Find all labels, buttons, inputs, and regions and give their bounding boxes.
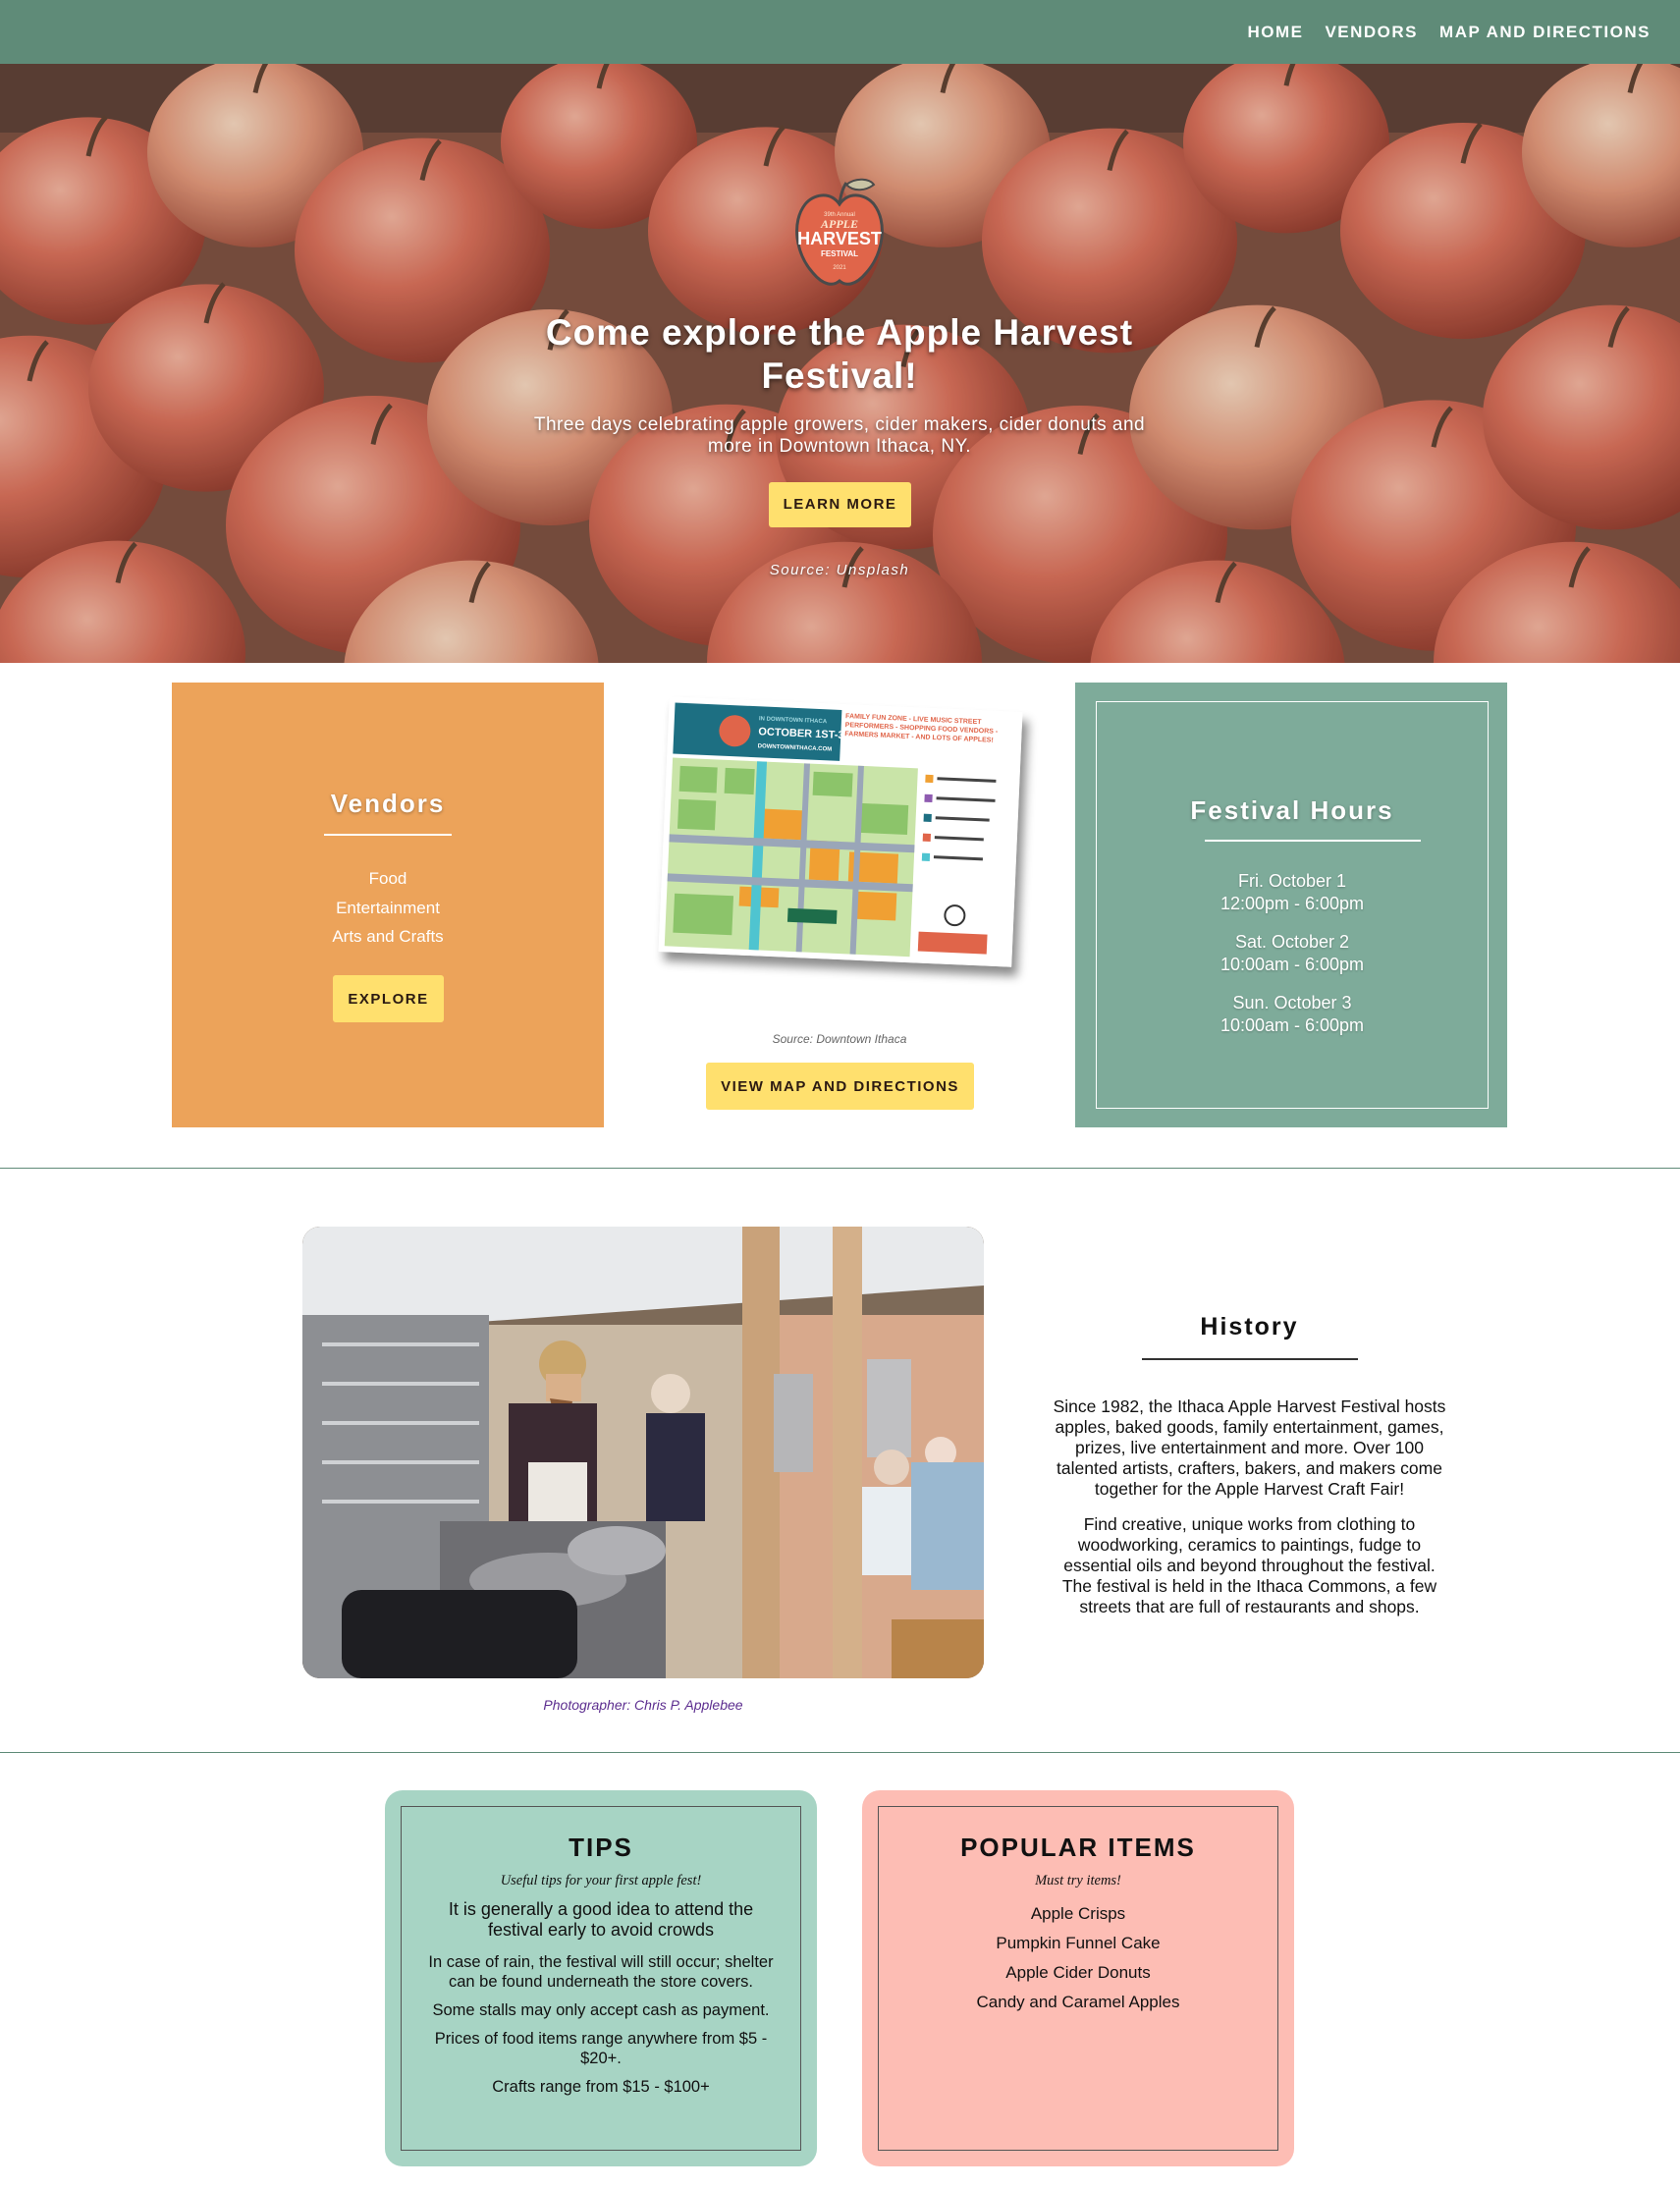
photo-credit: Photographer: Chris P. Applebee [543,1697,743,1713]
nav-map-directions-link[interactable]: MAP AND DIRECTIONS [1439,19,1651,46]
history-section: History Since 1982, the Ithaca Apple Har… [1051,1313,1448,1632]
festival-day-time: 12:00pm - 6:00pm [1219,894,1365,913]
vendors-category-item: Arts and Crafts [332,927,444,946]
festival-hours-list: Fri. October 1 12:00pm - 6:00pm Sat. Oct… [1097,870,1488,1053]
vendor-booth-photo-image [302,1227,984,1678]
svg-text:FESTIVAL: FESTIVAL [821,249,858,258]
popular-items-tagline: Must try items! [1035,1873,1121,1888]
tips-lead: It is generally a good idea to attend th… [448,1899,754,1940]
section-divider [0,1168,1680,1169]
tips-card: TIPS Useful tips for your first apple fe… [385,1790,817,2166]
tips-tagline: Useful tips for your first apple fest! [500,1873,702,1888]
vendors-category-item: Food [368,869,407,888]
top-navigation: HOME VENDORS MAP AND DIRECTIONS [0,0,1680,64]
tip-item: Some stalls may only accept cash as paym… [432,2001,770,2019]
festival-day-time: 10:00am - 6:00pm [1219,1015,1365,1035]
hero-subtitle: Three days celebrating apple growers, ci… [533,414,1146,457]
popular-items-list: Apple Crisps Pumpkin Funnel Cake Apple C… [896,1899,1260,2017]
vendors-card: Vendors Food Entertainment Arts and Craf… [172,683,604,1127]
history-title-underline [1141,1358,1358,1360]
hero-image-source: Source: Unsplash [769,562,910,578]
popular-items-title: POPULAR ITEMS [960,1833,1196,1862]
festival-day-label: Sat. October 2 [1234,932,1350,952]
vendors-category-item: Entertainment [336,898,440,917]
festival-hours-frame: Festival Hours Fri. October 1 12:00pm - … [1096,701,1489,1109]
view-map-directions-button[interactable]: VIEW MAP AND DIRECTIONS [706,1063,974,1110]
tip-item: Prices of food items range anywhere from… [434,2030,768,2067]
popular-items-card: POPULAR ITEMS Must try items! Apple Cris… [862,1790,1294,2166]
explore-button[interactable]: EXPLORE [333,975,444,1022]
hero-banner: 39th Annual APPLE HARVEST FESTIVAL 2021 … [0,64,1680,663]
tip-item: In case of rain, the festival will still… [428,1953,774,1991]
history-paragraph: Since 1982, the Ithaca Apple Harvest Fes… [1053,1396,1446,1499]
festival-day-label: Sun. October 3 [1232,993,1352,1012]
hero-title: Come explore the Apple Harvest Festival! [545,312,1134,396]
festival-day-entry: Fri. October 1 12:00pm - 6:00pm [1097,870,1488,915]
tips-title: TIPS [569,1833,633,1862]
popular-item: Apple Cider Donuts [1005,1963,1151,1982]
svg-text:HARVEST: HARVEST [797,229,882,248]
festival-day-time: 10:00am - 6:00pm [1219,955,1365,974]
festival-day-entry: Sun. October 3 10:00am - 6:00pm [1097,992,1488,1037]
nav-home-link[interactable]: HOME [1247,19,1303,46]
vendors-category-list: Food Entertainment Arts and Crafts [172,864,604,952]
popular-item: Candy and Caramel Apples [976,1993,1180,2011]
tips-list: In case of rain, the festival will still… [419,1952,783,2097]
apple-harvest-festival-logo: 39th Annual APPLE HARVEST FESTIVAL 2021 [795,178,884,286]
festival-hours-underline [1205,840,1421,842]
tips-card-frame: TIPS Useful tips for your first apple fe… [401,1806,801,2151]
festival-hours-card: Festival Hours Fri. October 1 12:00pm - … [1075,683,1507,1127]
map-section: IN DOWNTOWN ITHACA OCTOBER 1ST-3RD DOWNT… [638,683,1041,1127]
vendors-title-underline [324,834,452,836]
festival-map-image[interactable]: IN DOWNTOWN ITHACA OCTOBER 1ST-3RD DOWNT… [658,696,1023,967]
nav-vendors-link[interactable]: VENDORS [1325,19,1418,46]
vendor-booth-photo [302,1227,984,1678]
history-paragraph: Find creative, unique works from clothin… [1061,1514,1437,1616]
hero-content: 39th Annual APPLE HARVEST FESTIVAL 2021 … [0,64,1680,663]
map-image-source: Source: Downtown Ithaca [772,1032,907,1046]
tip-item: Crafts range from $15 - $100+ [492,2078,710,2096]
popular-item: Apple Crisps [1030,1904,1126,1923]
section-divider [0,1752,1680,1753]
popular-items-frame: POPULAR ITEMS Must try items! Apple Cris… [878,1806,1278,2151]
festival-day-label: Fri. October 1 [1237,871,1347,891]
vendors-card-title: Vendors [330,789,446,818]
festival-day-entry: Sat. October 2 10:00am - 6:00pm [1097,931,1488,976]
svg-text:2021: 2021 [833,265,846,271]
popular-item: Pumpkin Funnel Cake [996,1934,1161,1952]
history-title: History [1200,1313,1299,1341]
learn-more-button[interactable]: LEARN MORE [769,482,911,527]
festival-hours-title: Festival Hours [1190,795,1394,825]
